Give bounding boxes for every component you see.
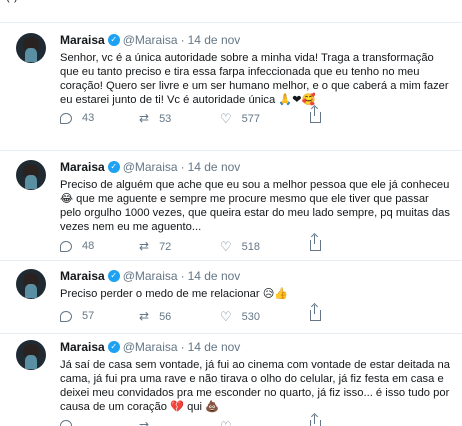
like-icon: ♡ xyxy=(220,111,232,126)
share-icon xyxy=(310,107,321,123)
reply-count: 43 xyxy=(82,112,95,124)
tweet[interactable]: Maraisa ✓ @Maraisa · 14 de nov Preciso d… xyxy=(0,150,462,260)
like-icon: ♡ xyxy=(220,420,232,426)
tweet-text: Preciso de alguém que ache que eu sou a … xyxy=(60,179,450,233)
share-button[interactable] xyxy=(310,235,321,251)
separator: · xyxy=(180,160,185,174)
tweet-text: Senhor, vc é a única autoridade sobre a … xyxy=(60,52,449,106)
share-button[interactable] xyxy=(310,415,321,426)
avatar[interactable] xyxy=(16,160,46,190)
share-button[interactable] xyxy=(310,107,321,123)
reply-icon xyxy=(60,420,72,426)
reply-button[interactable]: 43 xyxy=(60,112,94,124)
tweet-date[interactable]: 14 de nov xyxy=(188,33,241,47)
author-handle[interactable]: @Maraisa xyxy=(123,33,178,47)
reply-icon xyxy=(60,310,72,322)
tweet-actions: 57 ⇄ 56 ♡ 530 xyxy=(60,305,380,324)
like-icon: ♡ xyxy=(220,239,232,254)
tweet-text: Já saí de casa sem vontade, já fui ao ci… xyxy=(60,359,450,413)
like-button[interactable]: ♡ 530 xyxy=(220,310,260,323)
author-handle[interactable]: @Maraisa xyxy=(123,269,178,283)
share-icon xyxy=(310,415,321,426)
author-name[interactable]: Maraisa xyxy=(60,160,105,174)
tweet[interactable]: Maraisa ✓ @Maraisa · 14 de nov Senhor, v… xyxy=(0,22,462,132)
reply-icon xyxy=(60,240,72,252)
retweet-count: 72 xyxy=(159,240,172,253)
like-button[interactable]: ♡ 518 xyxy=(220,240,260,253)
share-icon xyxy=(310,235,321,251)
retweet-icon: ⇄ xyxy=(139,111,150,125)
retweet-icon: ⇄ xyxy=(139,239,150,253)
separator: · xyxy=(180,340,185,354)
twitter-timeline: (*)… Maraisa ✓ @Maraisa · 14 de nov Senh… xyxy=(0,0,462,426)
previous-tweet-fragment: (*)… xyxy=(6,0,29,3)
author-name[interactable]: Maraisa xyxy=(60,33,105,47)
reply-count: 57 xyxy=(82,310,95,322)
verified-badge-icon: ✓ xyxy=(107,270,120,282)
tweet-date[interactable]: 14 de nov xyxy=(188,340,241,354)
reply-button[interactable]: 48 xyxy=(60,240,94,252)
tweet-header: Maraisa ✓ @Maraisa · 14 de nov xyxy=(60,33,450,47)
avatar[interactable] xyxy=(16,33,46,63)
verified-badge-icon: ✓ xyxy=(107,341,120,353)
like-count: 518 xyxy=(241,240,261,253)
author-handle[interactable]: @Maraisa xyxy=(123,160,178,174)
tweet[interactable]: Maraisa ✓ @Maraisa · 14 de nov Preciso p… xyxy=(0,260,462,330)
avatar[interactable] xyxy=(16,340,46,370)
like-icon: ♡ xyxy=(220,309,232,324)
tweet-header: Maraisa ✓ @Maraisa · 14 de nov xyxy=(60,160,450,174)
like-button[interactable]: ♡ 577 xyxy=(220,112,260,125)
verified-badge-icon: ✓ xyxy=(107,161,120,173)
retweet-count: 53 xyxy=(159,112,172,125)
reply-button[interactable]: 57 xyxy=(60,310,94,322)
retweet-icon: ⇄ xyxy=(139,309,150,323)
tweet-text: Preciso perder o medo de me relacionar 😥… xyxy=(60,288,289,300)
like-count: 577 xyxy=(241,112,261,125)
verified-badge-icon: ✓ xyxy=(107,34,120,46)
separator: · xyxy=(180,33,185,47)
author-handle[interactable]: @Maraisa xyxy=(123,340,178,354)
retweet-button[interactable]: ⇄ 56 xyxy=(139,310,171,323)
retweet-count: 56 xyxy=(159,310,172,323)
retweet-button[interactable]: ⇄ xyxy=(139,420,159,426)
like-button[interactable]: ♡ xyxy=(220,420,242,426)
author-name[interactable]: Maraisa xyxy=(60,340,105,354)
tweet[interactable]: Maraisa ✓ @Maraisa · 14 de nov Já saí de… xyxy=(0,333,462,426)
tweet-actions: ⇄ ♡ xyxy=(60,415,380,426)
tweet-date[interactable]: 14 de nov xyxy=(188,160,241,174)
retweet-button[interactable]: ⇄ 53 xyxy=(139,112,171,125)
like-count: 530 xyxy=(241,310,261,323)
author-name[interactable]: Maraisa xyxy=(60,269,105,283)
avatar[interactable] xyxy=(16,269,46,299)
tweet-actions: 43 ⇄ 53 ♡ 577 xyxy=(60,107,380,126)
tweet-header: Maraisa ✓ @Maraisa · 14 de nov xyxy=(60,340,450,354)
retweet-button[interactable]: ⇄ 72 xyxy=(139,240,171,253)
tweet-date[interactable]: 14 de nov xyxy=(188,269,241,283)
share-button[interactable] xyxy=(310,305,321,321)
tweet-actions: 48 ⇄ 72 ♡ 518 xyxy=(60,235,380,254)
share-icon xyxy=(310,305,321,321)
reply-button[interactable] xyxy=(60,420,82,426)
reply-icon xyxy=(60,112,72,124)
separator: · xyxy=(180,269,185,283)
tweet-header: Maraisa ✓ @Maraisa · 14 de nov xyxy=(60,269,450,283)
reply-count: 48 xyxy=(82,240,95,252)
retweet-icon: ⇄ xyxy=(139,419,150,426)
